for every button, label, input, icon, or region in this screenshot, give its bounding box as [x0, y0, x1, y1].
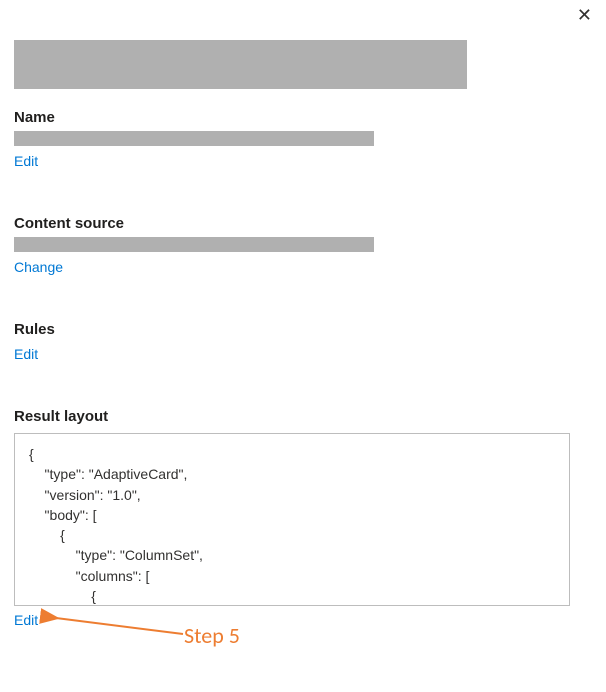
section-content-source: Content source Change: [14, 215, 590, 275]
header-placeholder: [14, 40, 467, 89]
label-content-source: Content source: [14, 215, 590, 232]
edit-rules-link[interactable]: Edit: [14, 346, 38, 362]
section-name: Name Edit: [14, 109, 590, 169]
section-result-layout: Result layout { "type": "AdaptiveCard", …: [14, 408, 590, 628]
label-name: Name: [14, 109, 590, 126]
content-source-input-placeholder[interactable]: [14, 237, 374, 252]
close-button[interactable]: ✕: [577, 6, 592, 24]
result-layout-textarea[interactable]: { "type": "AdaptiveCard", "version": "1.…: [14, 433, 570, 606]
section-rules: Rules Edit: [14, 321, 590, 362]
label-result-layout: Result layout: [14, 408, 590, 425]
close-icon: ✕: [577, 5, 592, 25]
edit-name-link[interactable]: Edit: [14, 153, 38, 169]
change-source-link[interactable]: Change: [14, 259, 63, 275]
annotation-label: Step 5: [184, 622, 240, 649]
label-rules: Rules: [14, 321, 590, 338]
edit-layout-link[interactable]: Edit: [14, 612, 38, 628]
name-input-placeholder[interactable]: [14, 131, 374, 146]
